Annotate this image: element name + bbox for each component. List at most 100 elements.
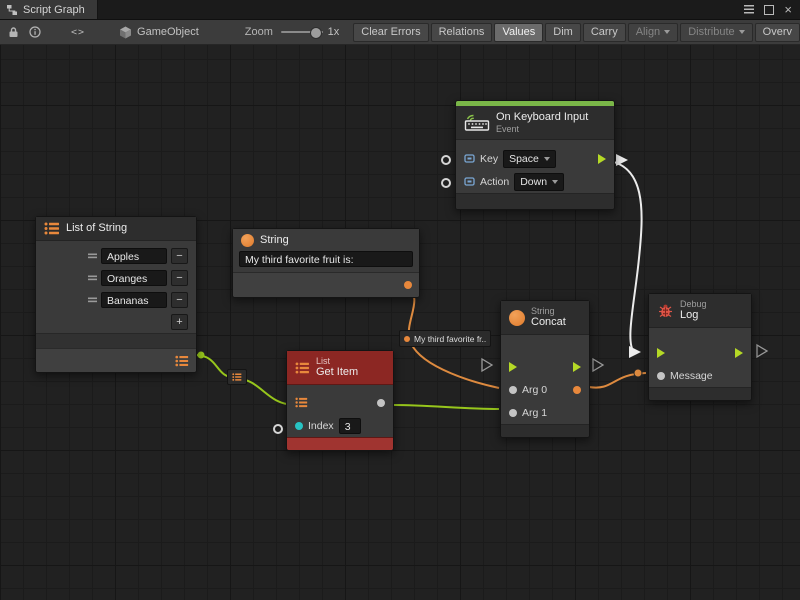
node-on-keyboard-input[interactable]: On Keyboard Input Event Key Space — [455, 100, 615, 210]
node-gap — [36, 333, 196, 348]
flow-output-port[interactable] — [573, 362, 581, 372]
list-item-input[interactable]: Apples — [101, 248, 167, 264]
info-icon[interactable] — [29, 22, 41, 42]
keycode-icon — [464, 176, 475, 187]
node-log[interactable]: Debug Log Message — [648, 293, 752, 401]
close-icon[interactable]: × — [784, 4, 792, 16]
action-row: Action Down — [456, 170, 614, 193]
node-header[interactable]: List of String — [36, 217, 196, 241]
node-subtitle: Event — [496, 124, 588, 134]
node-header[interactable]: String Concat — [501, 301, 589, 335]
flow-output-port[interactable] — [735, 348, 743, 358]
key-row: Key Space — [456, 147, 614, 170]
add-item-button[interactable]: + — [171, 314, 188, 330]
node-category: Debug — [680, 299, 707, 309]
zoom-slider[interactable] — [281, 25, 323, 39]
zoom-label: Zoom — [245, 26, 273, 38]
zoom-value: 1x — [328, 26, 340, 38]
button-label: Align — [636, 26, 660, 38]
drag-handle-icon[interactable] — [88, 275, 97, 281]
arg0-row: Arg 0 — [501, 378, 589, 401]
list-icon — [44, 222, 60, 235]
item-output-port[interactable] — [377, 399, 385, 407]
plus-icon: + — [176, 316, 182, 328]
index-input-port[interactable] — [295, 422, 303, 430]
flow-input-port[interactable] — [657, 348, 665, 358]
string-value-dot-icon — [404, 336, 410, 342]
index-row: Index 3 — [287, 414, 393, 437]
node-title: List of String — [66, 222, 127, 235]
button-label: Dim — [553, 26, 573, 38]
maximize-icon[interactable] — [764, 5, 774, 15]
key-dropdown[interactable]: Space — [503, 150, 556, 168]
key-value-port[interactable] — [441, 155, 451, 165]
remove-item-button[interactable]: − — [171, 270, 188, 286]
node-title: Log — [680, 309, 707, 322]
relations-button[interactable]: Relations — [431, 23, 493, 42]
key-dropdown-value: Space — [509, 153, 539, 165]
node-footer — [501, 424, 589, 437]
string-output-port[interactable] — [404, 281, 412, 289]
button-label: Relations — [439, 26, 485, 38]
flow-input-port[interactable] — [509, 362, 517, 372]
message-input-port[interactable] — [657, 372, 665, 380]
caret-down-icon — [739, 30, 745, 34]
flow-row — [649, 341, 751, 364]
list-output-port[interactable] — [175, 355, 189, 367]
node-header[interactable]: String — [233, 229, 419, 248]
values-button[interactable]: Values — [494, 23, 543, 42]
dim-button[interactable]: Dim — [545, 23, 581, 42]
arg0-label: Arg 0 — [522, 384, 547, 396]
node-title: On Keyboard Input — [496, 111, 588, 124]
distribute-button[interactable]: Distribute — [680, 23, 752, 42]
node-footer — [287, 437, 393, 450]
flow-output-port[interactable] — [598, 154, 606, 164]
gameobject-context[interactable]: GameObject — [119, 26, 199, 39]
action-value-port[interactable] — [441, 178, 451, 188]
button-label: Carry — [591, 26, 618, 38]
clear-errors-button[interactable]: Clear Errors — [353, 23, 428, 42]
string-value-input[interactable]: My third favorite fruit is: — [239, 251, 413, 267]
carry-button[interactable]: Carry — [583, 23, 626, 42]
remove-item-button[interactable]: − — [171, 248, 188, 264]
zoom-slider-knob[interactable] — [310, 27, 322, 39]
wire-value-text: My third favorite fr... — [414, 334, 486, 344]
window-menu-icon[interactable] — [744, 5, 754, 14]
action-dropdown[interactable]: Down — [514, 173, 564, 191]
node-body: Key Space Action Down — [456, 140, 614, 193]
list-input-port[interactable] — [295, 397, 308, 408]
list-icon — [232, 372, 242, 382]
overview-button[interactable]: Overv — [755, 23, 800, 42]
tab-script-graph[interactable]: Script Graph — [0, 0, 98, 19]
node-get-item[interactable]: List Get Item Index 3 — [286, 350, 394, 451]
drag-handle-icon[interactable] — [88, 297, 97, 303]
button-label: Values — [502, 26, 535, 38]
node-header[interactable]: List Get Item — [287, 351, 393, 385]
align-button[interactable]: Align — [628, 23, 678, 42]
node-footer — [649, 387, 751, 400]
arg0-input-port[interactable] — [509, 386, 517, 394]
index-input[interactable]: 3 — [339, 418, 361, 434]
keyboard-icon — [464, 114, 490, 131]
list-item-input[interactable]: Oranges — [101, 270, 167, 286]
minus-icon: − — [176, 294, 182, 306]
list-item-input[interactable]: Bananas — [101, 292, 167, 308]
node-header[interactable]: On Keyboard Input Event — [456, 106, 614, 140]
node-title: Get Item — [316, 366, 358, 379]
add-item-row: + — [36, 311, 196, 333]
drag-handle-icon[interactable] — [88, 253, 97, 259]
lock-icon[interactable] — [8, 22, 19, 42]
node-string-literal[interactable]: String My third favorite fruit is: — [232, 228, 420, 298]
remove-item-button[interactable]: − — [171, 292, 188, 308]
result-output-port[interactable] — [573, 386, 581, 394]
output-strip — [233, 272, 419, 297]
node-concat[interactable]: String Concat Arg 0 Arg 1 — [500, 300, 590, 438]
flow-row — [501, 355, 589, 378]
index-value-port[interactable] — [273, 424, 283, 434]
arg1-input-port[interactable] — [509, 409, 517, 417]
minus-icon: − — [176, 272, 182, 284]
node-header[interactable]: Debug Log — [649, 294, 751, 328]
node-body: Arg 0 Arg 1 — [501, 335, 589, 424]
code-view-icon[interactable]: <> — [71, 22, 85, 42]
node-list-of-string[interactable]: List of String Apples − Oranges − Banana… — [35, 216, 197, 373]
